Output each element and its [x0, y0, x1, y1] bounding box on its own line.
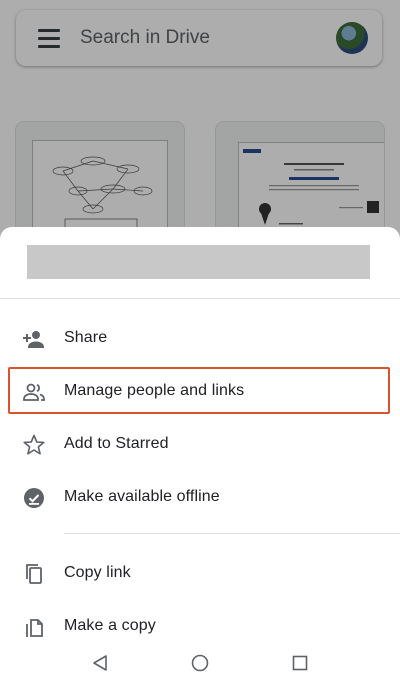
menu-item-label: Make a copy	[64, 617, 156, 634]
file-title-redacted	[27, 245, 370, 279]
divider	[64, 533, 400, 534]
menu-item-label: Share	[64, 329, 108, 346]
home-icon[interactable]	[188, 651, 212, 675]
menu-item-copy-link[interactable]: Copy link	[0, 550, 400, 598]
menu-item-offline[interactable]: Make available offline	[0, 474, 400, 522]
menu-item-label: Make available offline	[64, 488, 220, 505]
person-add-icon	[22, 327, 46, 351]
menu-item-add-starred[interactable]: Add to Starred	[0, 421, 400, 469]
divider	[0, 298, 400, 299]
system-nav-bar	[0, 639, 400, 687]
file-actions-sheet: Share Manage people and links Add to Sta…	[0, 227, 400, 639]
recents-icon[interactable]	[288, 651, 312, 675]
copy-icon	[22, 562, 46, 586]
file-copy-icon	[22, 615, 46, 639]
star-outline-icon	[22, 433, 46, 457]
back-icon[interactable]	[88, 651, 112, 675]
menu-item-make-copy[interactable]: Make a copy	[0, 603, 400, 639]
offline-check-icon	[22, 486, 46, 510]
menu-item-label: Copy link	[64, 564, 131, 581]
menu-item-share[interactable]: Share	[0, 315, 400, 363]
highlight-box	[8, 367, 390, 414]
menu-item-label: Add to Starred	[64, 435, 169, 452]
